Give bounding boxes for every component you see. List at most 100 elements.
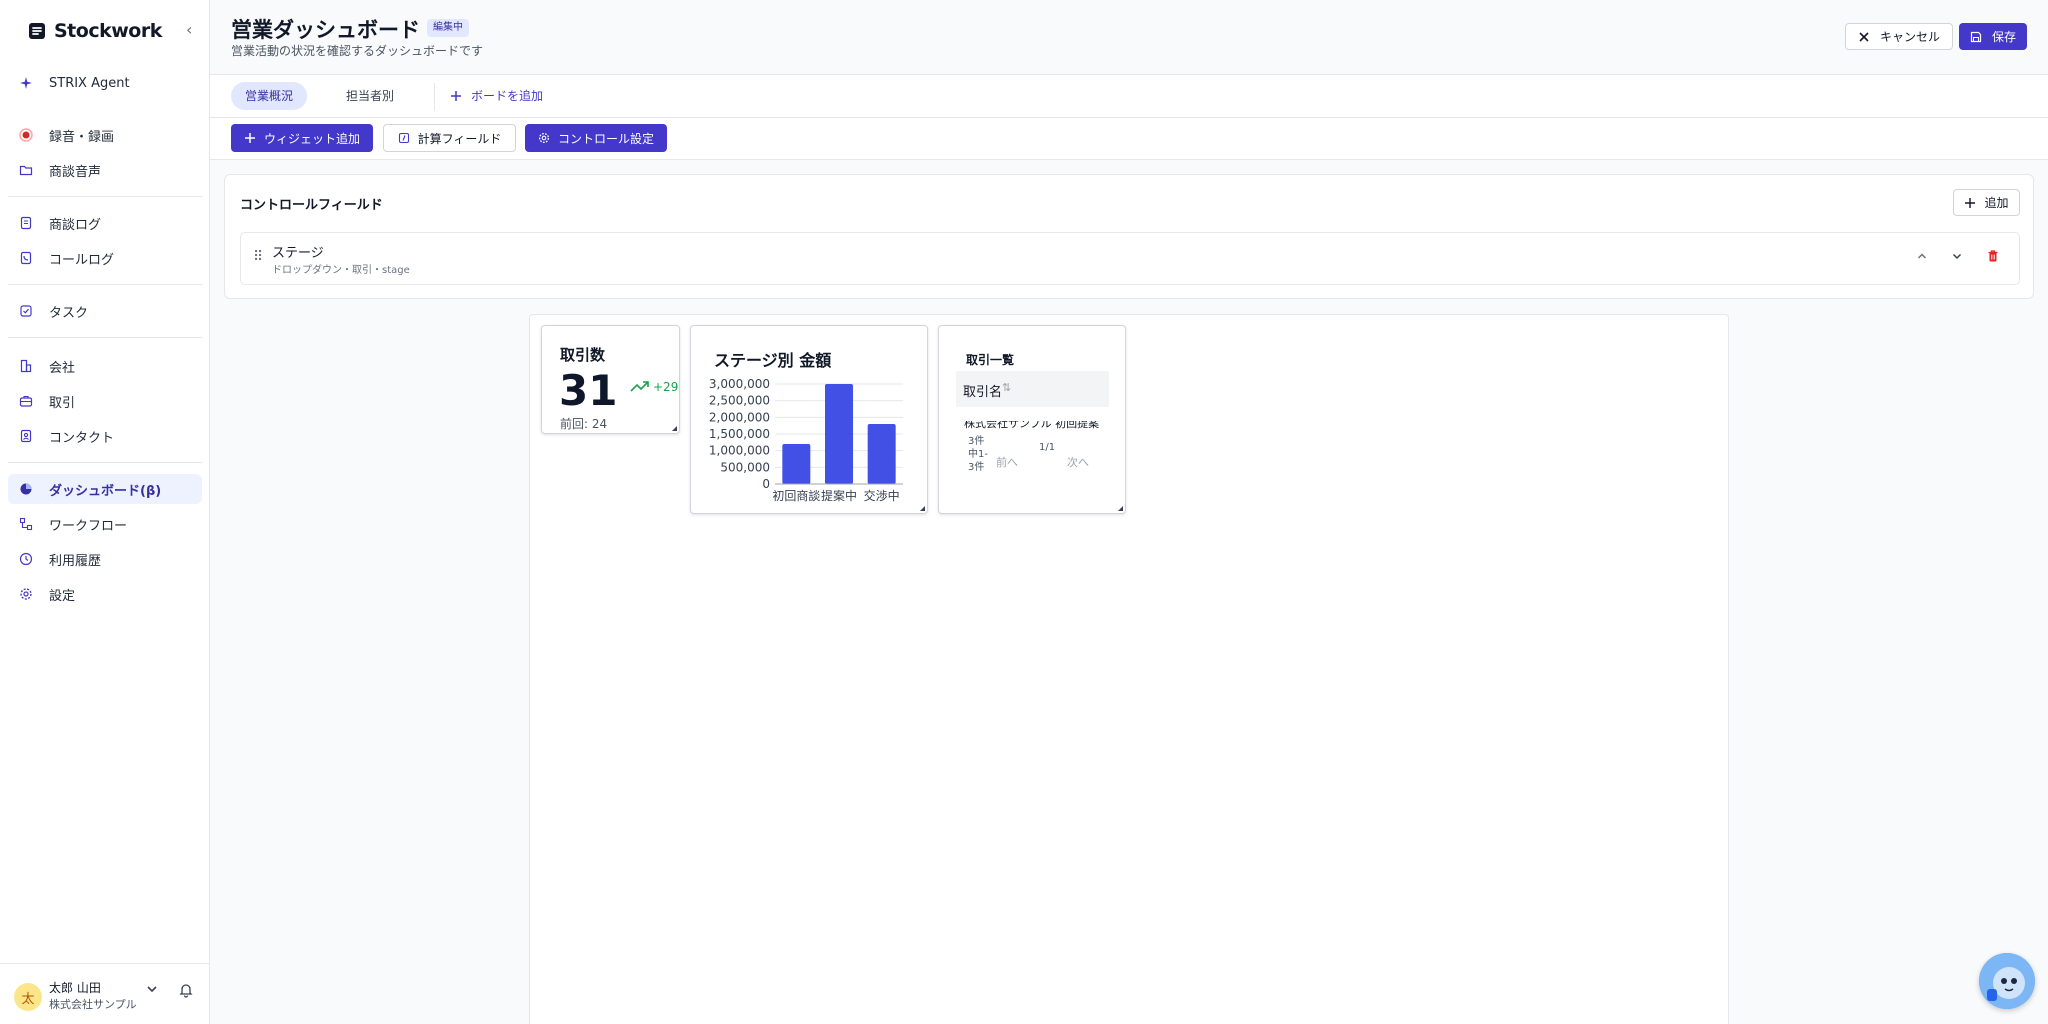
sidebar-item-label: 設定 — [49, 588, 76, 604]
sidebar-item-workflow[interactable]: ワークフロー — [8, 509, 202, 539]
sidebar-item-company[interactable]: 会社 — [8, 351, 202, 381]
sidebar-divider — [8, 196, 202, 197]
control-fields-title: コントロールフィールド — [240, 198, 383, 213]
app-logo[interactable]: Stockwork — [26, 18, 206, 44]
building-icon — [18, 358, 34, 374]
sidebar-item-label: STRIX Agent — [49, 75, 130, 91]
plus-icon — [244, 132, 256, 144]
kpi-trend-value: +29.2% — [653, 380, 679, 394]
trash-icon[interactable] — [1986, 249, 2000, 267]
contact-icon — [18, 428, 34, 444]
control-field-meta: ドロップダウン・取引・stage — [272, 265, 410, 276]
add-board-button[interactable]: ボードを追加 — [450, 82, 543, 110]
y-tick-label: 0 — [762, 477, 770, 491]
bar — [782, 444, 811, 484]
sidebar-item-contact[interactable]: コンタクト — [8, 421, 202, 451]
x-tick-label: 交渉中 — [864, 488, 900, 503]
sidebar-item-label: コールログ — [49, 252, 115, 268]
sidebar-divider — [8, 462, 202, 463]
table-cell: 株式会社サンプル 初回提案 — [964, 421, 1100, 430]
deal-list-widget[interactable]: 取引一覧 取引名 ⇅ 株式会社サンプル 初回提案 3件中1-3件 前へ 1/1 … — [938, 325, 1126, 514]
y-tick-label: 1,000,000 — [709, 444, 770, 458]
sidebar-item-settings[interactable]: 設定 — [8, 579, 202, 609]
save-icon — [1970, 31, 1982, 42]
sidebar-item-label: 商談ログ — [49, 217, 102, 233]
sidebar-item-meeting-log[interactable]: 商談ログ — [8, 208, 202, 238]
chevron-up-icon[interactable] — [1916, 250, 1928, 266]
status-badge: 編集中 — [427, 19, 469, 37]
stage-amount-widget[interactable]: 0 500,000 1,000,000 1,500,000 2,000,000 2,500… — [690, 325, 928, 514]
tab-divider — [434, 83, 435, 111]
add-control-field-button[interactable]: 追加 — [1953, 189, 2020, 216]
chevron-down-icon[interactable] — [1951, 250, 1963, 266]
save-button[interactable]: 保存 — [1959, 23, 2027, 50]
sparkle-icon — [18, 75, 34, 91]
close-icon — [1859, 31, 1869, 42]
checkbox-icon — [18, 303, 34, 319]
add-widget-button[interactable]: ウィジェット追加 — [231, 124, 373, 152]
collapse-sidebar-icon[interactable]: ‹ — [186, 22, 192, 38]
control-settings-button[interactable]: コントロール設定 — [525, 124, 667, 152]
table-row[interactable]: 株式会社サンプル 初回提案 — [964, 421, 1124, 431]
sidebar-item-label: 会社 — [49, 360, 76, 376]
kpi-trend: +29.2% — [630, 380, 679, 394]
table-header: 取引名 ⇅ — [956, 371, 1109, 407]
resize-handle[interactable] — [672, 426, 677, 431]
sidebar-item-label: ワークフロー — [49, 518, 128, 534]
sidebar-item-dashboard[interactable]: ダッシュボード(β) — [8, 474, 202, 504]
bell-icon[interactable] — [178, 982, 194, 1002]
add-widget-label: ウィジェット追加 — [263, 131, 360, 146]
drag-handle-icon[interactable]: ⠿ — [253, 249, 263, 265]
next-page-button[interactable]: 次へ — [1067, 454, 1089, 470]
chevron-down-icon[interactable] — [146, 983, 158, 998]
sidebar-item-recording[interactable]: 録音・録画 — [8, 120, 202, 150]
sidebar-item-label: ダッシュボード(β) — [49, 483, 162, 499]
assistant-bot-button[interactable] — [1979, 953, 2035, 1009]
tab-by-owner[interactable]: 担当者別 — [332, 82, 408, 110]
record-icon — [18, 127, 34, 143]
sort-icon[interactable]: ⇅ — [1002, 381, 1011, 394]
y-tick-label: 2,500,000 — [709, 394, 770, 408]
board-tabs: 営業概況 担当者別 ボードを追加 — [210, 74, 2048, 118]
x-tick-label: 初回商談 — [772, 488, 820, 503]
calc-field-button[interactable]: 計算フィールド — [383, 124, 516, 152]
control-field-name: ステージ — [272, 246, 324, 261]
dashboard-icon — [18, 481, 34, 497]
sidebar: Stockwork ‹ STRIX Agent 録音・録画 商談音声 商談ログ … — [0, 0, 210, 1024]
tab-sales-overview[interactable]: 営業概況 — [231, 82, 308, 110]
control-settings-label: コントロール設定 — [557, 131, 654, 146]
sidebar-item-usage-history[interactable]: 利用履歴 — [8, 544, 202, 574]
sidebar-item-label: 取引 — [49, 395, 76, 411]
user-org: 株式会社サンプル — [49, 998, 137, 1011]
bot-mascot-icon — [1979, 953, 2035, 1009]
calc-field-label: 計算フィールド — [417, 131, 502, 146]
column-header-deal-name[interactable]: 取引名 — [963, 381, 1002, 400]
user-name: 太郎 山田 — [49, 981, 101, 995]
page-subtitle: 営業活動の状況を確認するダッシュボードです — [231, 44, 484, 58]
briefcase-icon — [18, 393, 34, 409]
avatar: 太 — [14, 983, 42, 1011]
resize-handle[interactable] — [920, 506, 925, 511]
user-menu[interactable]: 太 太郎 山田 株式会社サンプル — [0, 963, 210, 1024]
calculator-icon — [398, 132, 410, 144]
sidebar-item-strix-agent[interactable]: STRIX Agent — [8, 68, 202, 98]
save-label: 保存 — [1991, 30, 2016, 44]
sidebar-item-meeting-audio[interactable]: 商談音声 — [8, 155, 202, 185]
sidebar-item-label: 利用履歴 — [49, 553, 102, 569]
sidebar-item-label: 商談音声 — [49, 164, 102, 180]
prev-page-button[interactable]: 前へ — [996, 454, 1018, 470]
cancel-label: キャンセル — [1879, 30, 1940, 44]
sidebar-item-task[interactable]: タスク — [8, 296, 202, 326]
gear-icon — [538, 132, 550, 144]
bar — [867, 424, 896, 484]
sidebar-item-call-log[interactable]: コールログ — [8, 243, 202, 273]
sidebar-divider — [8, 337, 202, 338]
deal-count-widget[interactable]: 取引数 31 +29.2% 前回: 24 — [541, 325, 680, 434]
cancel-button[interactable]: キャンセル — [1845, 23, 1953, 50]
sidebar-item-label: 録音・録画 — [49, 129, 115, 145]
sidebar-item-deal[interactable]: 取引 — [8, 386, 202, 416]
control-fields-panel: コントロールフィールド 追加 ⠿ ステージ ドロップダウン・取引・stage — [224, 174, 2034, 299]
resize-handle[interactable] — [1118, 506, 1123, 511]
widget-title: 取引一覧 — [966, 353, 1015, 367]
edit-toolbar: ウィジェット追加 計算フィールド コントロール設定 — [210, 118, 2048, 160]
